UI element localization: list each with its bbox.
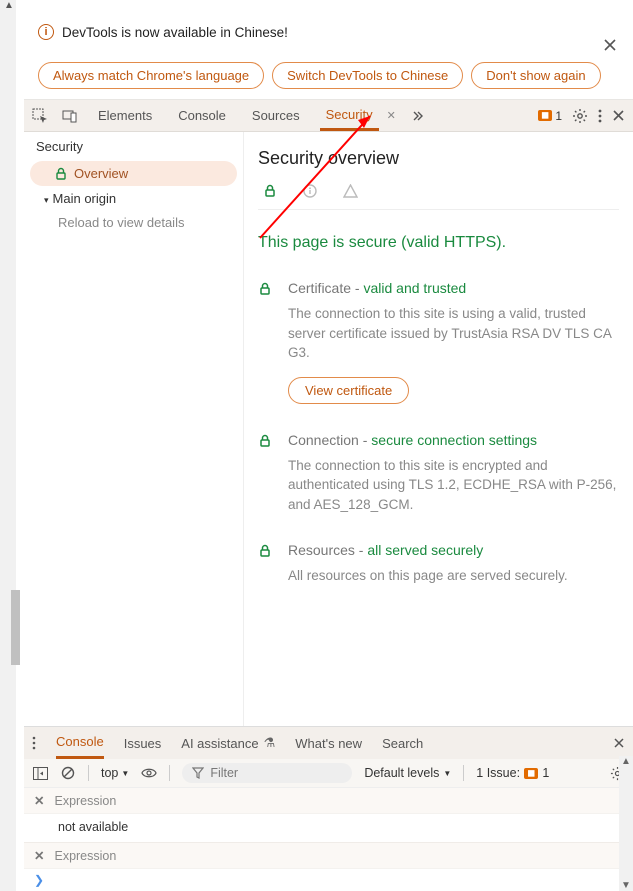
filter-input[interactable]: Filter <box>182 763 352 783</box>
secure-headline: This page is secure (valid HTTPS). <box>258 234 619 252</box>
separator <box>88 765 89 781</box>
scroll-arrow-up[interactable]: ▲ <box>4 0 14 11</box>
lock-icon <box>54 167 68 181</box>
sidebar-title: Security <box>24 132 243 161</box>
lock-icon <box>258 282 274 404</box>
drawer-tab-issues[interactable]: Issues <box>124 727 162 759</box>
dont-show-again-button[interactable]: Don't show again <box>471 62 600 89</box>
certificate-desc: The connection to this site is using a v… <box>288 304 619 363</box>
warning-triangle-icon <box>342 183 358 199</box>
outer-left-gutter <box>0 0 16 891</box>
tab-security-close[interactable]: ✕ <box>387 109 396 122</box>
funnel-icon <box>192 767 204 779</box>
sidebar-item-label: Overview <box>74 166 128 181</box>
drawer: Console Issues AI assistance ⚗ What's ne… <box>24 726 633 891</box>
chevron-down-icon: ▼ <box>443 769 451 778</box>
security-sidebar: Security Overview Main origin Reload to … <box>24 132 244 726</box>
live-expression-row: ✕ Expression <box>24 788 633 814</box>
switch-to-chinese-button[interactable]: Switch DevTools to Chinese <box>272 62 463 89</box>
console-prompt[interactable]: ❯ <box>24 869 633 891</box>
chevron-down-icon: ▼ <box>121 769 129 778</box>
page-title: Security overview <box>258 148 619 169</box>
console-sidebar-toggle-icon[interactable] <box>32 765 48 781</box>
match-language-button[interactable]: Always match Chrome's language <box>38 62 264 89</box>
tab-elements[interactable]: Elements <box>92 100 158 131</box>
issue-badge-icon: ◼ <box>524 768 538 779</box>
separator <box>463 765 464 781</box>
tab-security[interactable]: Security <box>320 100 379 131</box>
expression-label[interactable]: Expression <box>54 794 116 808</box>
scroll-arrow-down-icon[interactable]: ▼ <box>621 880 631 891</box>
infobar: i DevTools is now available in Chinese! … <box>24 0 633 100</box>
certificate-title: Certificate - valid and trusted <box>288 280 619 296</box>
certificate-block: Certificate - valid and trusted The conn… <box>258 280 619 404</box>
console-body: ✕ Expression not available ✕ Expression … <box>24 788 633 891</box>
security-content: Security overview This page is secure (v… <box>244 132 633 726</box>
clear-console-icon[interactable] <box>60 765 76 781</box>
info-icon: i <box>38 24 54 40</box>
context-label: top <box>101 766 118 780</box>
sidebar-item-overview[interactable]: Overview <box>30 161 237 186</box>
connection-title: Connection - secure connection settings <box>288 432 619 448</box>
console-toolbar: top ▼ Filter Default levels ▼ 1 Issue: ◼… <box>24 759 633 788</box>
flask-icon: ⚗ <box>264 735 276 751</box>
devtools-close-button[interactable] <box>612 109 625 122</box>
infobar-message: DevTools is now available in Chinese! <box>62 25 288 40</box>
drawer-tab-ai-assistance[interactable]: AI assistance <box>181 736 258 751</box>
resources-block: Resources - all served securely All reso… <box>258 542 619 586</box>
drawer-close-button[interactable] <box>613 737 625 749</box>
issues-indicator[interactable]: ◼ 1 <box>538 109 562 123</box>
more-tabs-icon[interactable] <box>410 108 426 124</box>
main-area: Security Overview Main origin Reload to … <box>24 132 633 726</box>
context-selector[interactable]: top ▼ <box>101 766 129 780</box>
inspect-element-icon[interactable] <box>32 108 48 124</box>
scroll-arrow-up-icon[interactable]: ▲ <box>621 756 631 767</box>
live-expression-row: ✕ Expression <box>24 843 633 869</box>
issues-count: 1 <box>542 766 549 780</box>
live-expression-eye-icon[interactable] <box>141 765 157 781</box>
tab-console[interactable]: Console <box>172 100 232 131</box>
infobar-close-button[interactable] <box>603 38 617 52</box>
resources-desc: All resources on this page are served se… <box>288 566 619 586</box>
devtools-panel: i DevTools is now available in Chinese! … <box>24 0 633 891</box>
security-state-icons <box>258 183 619 210</box>
issue-count: 1 <box>555 109 562 123</box>
filter-placeholder: Filter <box>210 766 238 780</box>
settings-gear-icon[interactable] <box>572 108 588 124</box>
issue-badge-icon: ◼ <box>538 110 552 121</box>
remove-expression-button[interactable]: ✕ <box>34 793 44 808</box>
main-tabstrip: Elements Console Sources Security ✕ ◼ 1 <box>24 100 633 132</box>
log-levels-selector[interactable]: Default levels ▼ <box>364 766 451 780</box>
expression-label[interactable]: Expression <box>54 849 116 863</box>
sidebar-item-main-origin[interactable]: Main origin <box>24 186 243 211</box>
resources-title: Resources - all served securely <box>288 542 619 558</box>
view-certificate-button[interactable]: View certificate <box>288 377 409 404</box>
drawer-scrollbar[interactable]: ▲ ▼ <box>619 756 633 891</box>
drawer-tab-search[interactable]: Search <box>382 727 423 759</box>
issues-link[interactable]: 1 Issue: ◼ 1 <box>476 766 549 780</box>
lock-icon <box>258 544 274 586</box>
drawer-tabstrip: Console Issues AI assistance ⚗ What's ne… <box>24 727 633 759</box>
levels-label: Default levels <box>364 766 439 780</box>
lock-icon <box>262 183 278 199</box>
connection-block: Connection - secure connection settings … <box>258 432 619 515</box>
page-scroll-thumb[interactable] <box>11 590 20 665</box>
info-circle-icon <box>302 183 318 199</box>
drawer-tab-whats-new[interactable]: What's new <box>295 727 362 759</box>
drawer-kebab-icon[interactable] <box>32 736 36 750</box>
expression-value: not available <box>24 814 633 843</box>
sidebar-reload-hint: Reload to view details <box>24 211 243 234</box>
drawer-tab-console[interactable]: Console <box>56 727 104 759</box>
issues-label: 1 Issue: <box>476 766 520 780</box>
tab-sources[interactable]: Sources <box>246 100 306 131</box>
separator <box>169 765 170 781</box>
connection-desc: The connection to this site is encrypted… <box>288 456 619 515</box>
kebab-menu-icon[interactable] <box>598 108 602 124</box>
device-toolbar-icon[interactable] <box>62 108 78 124</box>
remove-expression-button[interactable]: ✕ <box>34 848 44 863</box>
lock-icon <box>258 434 274 515</box>
